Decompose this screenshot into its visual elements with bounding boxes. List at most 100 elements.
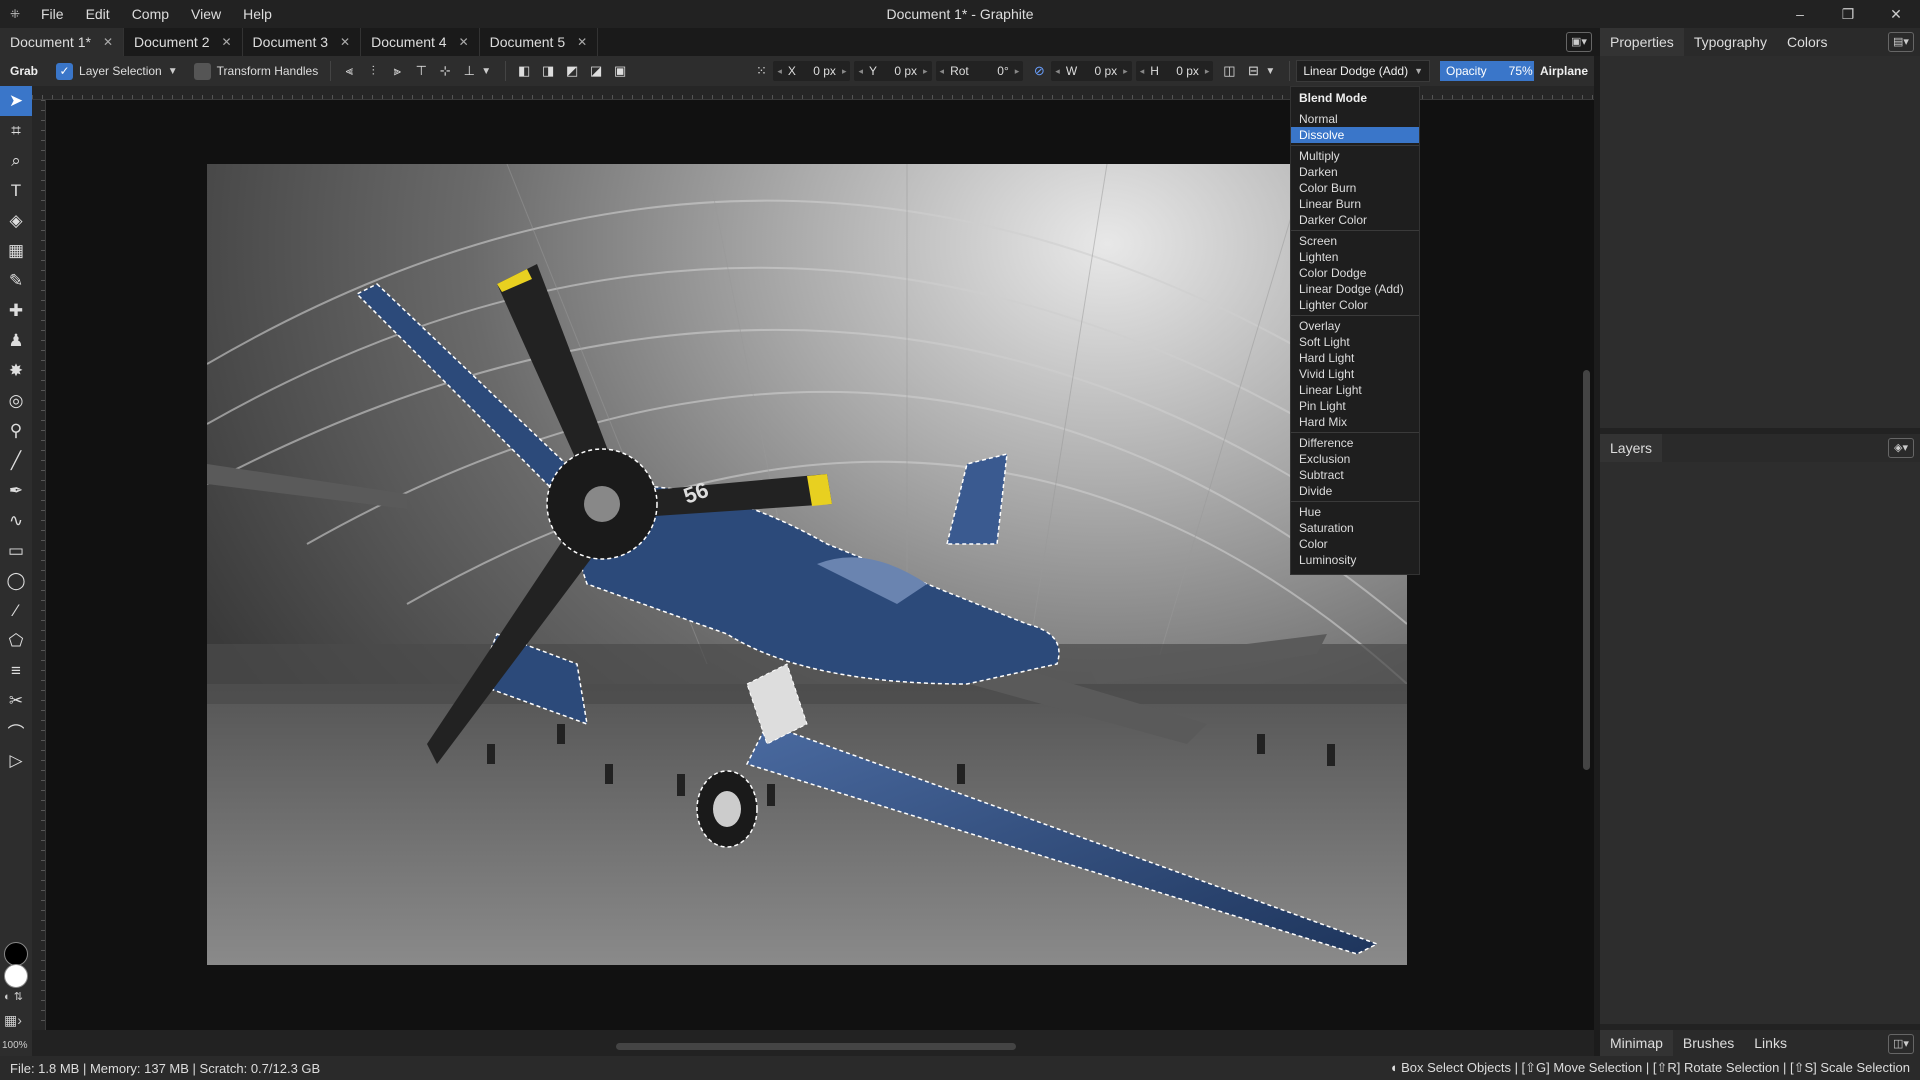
patch-tool-icon[interactable]: ✸ [0, 356, 32, 386]
ellipse-tool-icon[interactable]: ◯ [0, 566, 32, 596]
height-field[interactable]: ◂ H 0 px ▸ [1135, 61, 1214, 81]
node-tool-icon[interactable]: ▷ [0, 746, 32, 776]
tab-document-5[interactable]: Document 5 ✕ [480, 28, 599, 56]
line-tool-icon[interactable]: ⁄ [0, 596, 32, 626]
align-center-v-icon[interactable]: ⊹ [435, 61, 455, 81]
blend-mode-select[interactable]: Linear Dodge (Add) ▼ [1296, 60, 1430, 82]
menu-file[interactable]: File [30, 0, 75, 28]
blend-option-color-burn[interactable]: Color Burn [1291, 180, 1419, 196]
x-position-field[interactable]: ◂ X 0 px ▸ [773, 61, 851, 81]
grid-options-icon[interactable]: ▦› [4, 1012, 22, 1029]
primary-color-swatch[interactable] [4, 942, 28, 966]
blend-option-hard-mix[interactable]: Hard Mix [1291, 414, 1419, 430]
tab-links[interactable]: Links [1744, 1030, 1797, 1056]
link-aspect-icon[interactable]: ⊘ [1029, 61, 1049, 81]
heal-tool-icon[interactable]: ✚ [0, 296, 32, 326]
blend-option-multiply[interactable]: Multiply [1291, 148, 1419, 164]
freehand-tool-icon[interactable]: ∿ [0, 506, 32, 536]
tab-minimap[interactable]: Minimap [1600, 1030, 1673, 1056]
boolean-union-icon[interactable]: ◧ [514, 61, 534, 81]
artboard-tool-icon[interactable]: ⌗ [0, 116, 32, 146]
minimize-icon[interactable]: – [1776, 0, 1824, 28]
blend-option-linear-light[interactable]: Linear Light [1291, 382, 1419, 398]
tab-brushes[interactable]: Brushes [1673, 1030, 1744, 1056]
align-right-icon[interactable]: ⫸ [387, 61, 407, 81]
text-tool-icon[interactable]: T [0, 176, 32, 206]
blend-option-pin-light[interactable]: Pin Light [1291, 398, 1419, 414]
document-panel-menu-icon[interactable]: ▣▾ [1566, 32, 1592, 52]
menu-comp[interactable]: Comp [121, 0, 180, 28]
menu-help[interactable]: Help [232, 0, 283, 28]
boolean-difference-icon[interactable]: ▣ [610, 61, 630, 81]
close-icon[interactable]: ✕ [1872, 0, 1920, 28]
align-center-h-icon[interactable]: ⫶ [363, 61, 383, 81]
gradient-tool-icon[interactable]: ▦ [0, 236, 32, 266]
pen-tool-icon[interactable]: ✒ [0, 476, 32, 506]
blend-option-color[interactable]: Color [1291, 536, 1419, 552]
blend-option-linear-dodge[interactable]: Linear Dodge (Add) [1291, 281, 1419, 297]
blend-option-overlay[interactable]: Overlay [1291, 318, 1419, 334]
menu-edit[interactable]: Edit [75, 0, 121, 28]
blend-option-linear-burn[interactable]: Linear Burn [1291, 196, 1419, 212]
vertical-scrollbar[interactable] [1580, 100, 1592, 1030]
clone-tool-icon[interactable]: ♟ [0, 326, 32, 356]
relight-tool-icon[interactable]: ⚲ [0, 416, 32, 446]
blend-option-divide[interactable]: Divide [1291, 483, 1419, 499]
spline-tool-icon[interactable]: ⌒ [0, 716, 32, 746]
bottom-panel-menu-icon[interactable]: ◫▾ [1888, 1034, 1914, 1054]
pivot-point-icon[interactable]: ⁙ [751, 61, 771, 81]
horizontal-scroll-thumb[interactable] [616, 1043, 1016, 1050]
blend-option-dissolve[interactable]: Dissolve [1291, 127, 1419, 143]
blend-option-hard-light[interactable]: Hard Light [1291, 350, 1419, 366]
tab-document-1[interactable]: Document 1* ✕ [0, 28, 124, 56]
zoom-level[interactable]: 100% [2, 1040, 28, 1051]
flip-vertical-icon[interactable]: ⊟ [1243, 61, 1263, 81]
boolean-subtract-back-icon[interactable]: ◩ [562, 61, 582, 81]
tab-colors[interactable]: Colors [1777, 28, 1837, 56]
select-tool-icon[interactable]: ➤ [0, 86, 32, 116]
tab-properties[interactable]: Properties [1600, 28, 1684, 56]
layer-selection-dropdown-icon[interactable]: ▼ [168, 66, 186, 77]
opacity-slider[interactable]: Opacity 75% [1439, 61, 1534, 81]
path-tool-icon[interactable]: ╱ [0, 446, 32, 476]
blend-option-luminosity[interactable]: Luminosity [1291, 552, 1419, 568]
navigate-tool-icon[interactable]: ⌕ [0, 146, 32, 176]
tab-document-2[interactable]: Document 2 ✕ [124, 28, 243, 56]
blend-option-normal[interactable]: Normal [1291, 111, 1419, 127]
secondary-color-swatch[interactable] [4, 964, 28, 988]
layers-panel-menu-icon[interactable]: ◈▾ [1888, 438, 1914, 458]
scissors-icon[interactable]: ✂ [0, 686, 32, 716]
tab-close-icon[interactable]: ✕ [103, 35, 113, 49]
horizontal-scrollbar[interactable] [46, 1040, 1576, 1052]
y-position-field[interactable]: ◂ Y 0 px ▸ [854, 61, 932, 81]
brush-tool-icon[interactable]: ✎ [0, 266, 32, 296]
fill-tool-icon[interactable]: ◈ [0, 206, 32, 236]
tab-typography[interactable]: Typography [1684, 28, 1777, 56]
blend-option-screen[interactable]: Screen [1291, 233, 1419, 249]
align-top-icon[interactable]: ⊤ [411, 61, 431, 81]
tab-close-icon[interactable]: ✕ [459, 35, 469, 49]
transform-dropdown-icon[interactable]: ▼ [1265, 66, 1283, 77]
rotation-field[interactable]: ◂ Rot 0° ▸ [935, 61, 1024, 81]
blend-option-subtract[interactable]: Subtract [1291, 467, 1419, 483]
blend-option-darker-color[interactable]: Darker Color [1291, 212, 1419, 228]
blend-option-exclusion[interactable]: Exclusion [1291, 451, 1419, 467]
tab-close-icon[interactable]: ✕ [221, 35, 231, 49]
boolean-intersect-icon[interactable]: ◪ [586, 61, 606, 81]
width-field[interactable]: ◂ W 0 px ▸ [1051, 61, 1132, 81]
rectangle-tool-icon[interactable]: ▭ [0, 536, 32, 566]
blend-option-lighten[interactable]: Lighten [1291, 249, 1419, 265]
blend-option-lighter-color[interactable]: Lighter Color [1291, 297, 1419, 313]
tab-document-4[interactable]: Document 4 ✕ [361, 28, 480, 56]
layers-stack-icon[interactable]: ≡ [0, 656, 32, 686]
tab-close-icon[interactable]: ✕ [340, 35, 350, 49]
layer-selection-checkbox[interactable]: ✓ [56, 62, 74, 80]
blend-option-difference[interactable]: Difference [1291, 435, 1419, 451]
properties-panel-menu-icon[interactable]: ▤▾ [1888, 32, 1914, 52]
restore-icon[interactable]: ❐ [1824, 0, 1872, 28]
tab-document-3[interactable]: Document 3 ✕ [243, 28, 362, 56]
menu-view[interactable]: View [180, 0, 232, 28]
align-left-icon[interactable]: ⫷ [339, 61, 359, 81]
vertical-scroll-thumb[interactable] [1583, 370, 1590, 770]
flip-horizontal-icon[interactable]: ◫ [1219, 61, 1239, 81]
